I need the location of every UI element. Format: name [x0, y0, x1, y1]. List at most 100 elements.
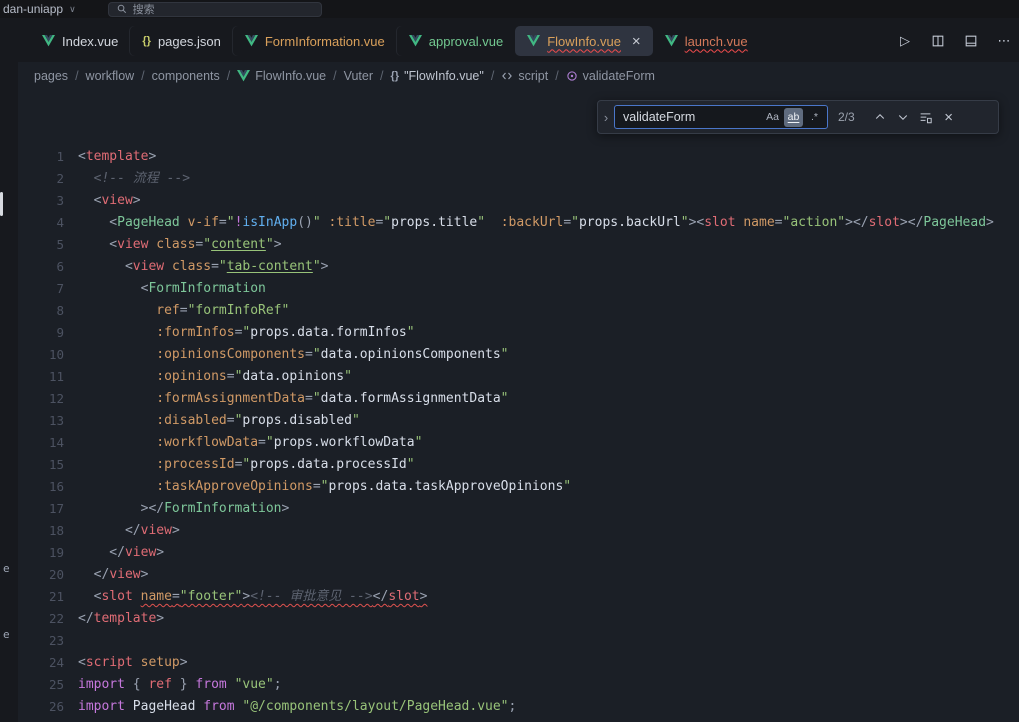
line-number: 13 — [18, 410, 78, 432]
breadcrumb-separator: / — [380, 69, 383, 83]
tab-bar: Index.vue {}pages.json FormInformation.vue… — [18, 18, 1019, 62]
line-number: 7 — [18, 278, 78, 300]
tab-label: Index.vue — [62, 34, 118, 49]
code-line[interactable]: 10 :opinionsComponents="data.opinionsCom… — [18, 344, 1019, 366]
code-line[interactable]: 14 :workflowData="props.workflowData" — [18, 432, 1019, 454]
tab-approval.vue[interactable]: approval.vue — [397, 26, 515, 56]
line-number: 16 — [18, 476, 78, 498]
line-number: 9 — [18, 322, 78, 344]
find-input[interactable] — [623, 110, 761, 124]
code-line[interactable]: 17 ></FormInformation> — [18, 498, 1019, 520]
breadcrumb-separator: / — [333, 69, 336, 83]
tab-label: FormInformation.vue — [265, 34, 385, 49]
active-file-indicator — [0, 192, 3, 216]
tab-Index.vue[interactable]: Index.vue — [30, 26, 130, 56]
json-file-icon: {} — [142, 35, 151, 47]
line-number: 10 — [18, 344, 78, 366]
code-line[interactable]: 12 :formAssignmentData="data.formAssignm… — [18, 388, 1019, 410]
split-editor-button[interactable] — [929, 32, 947, 50]
code-line[interactable]: 8 ref="formInfoRef" — [18, 300, 1019, 322]
code-line[interactable]: 5 <view class="content"> — [18, 234, 1019, 256]
vue-file-icon — [665, 35, 678, 47]
code-line[interactable]: 6 <view class="tab-content"> — [18, 256, 1019, 278]
line-number: 22 — [18, 608, 78, 630]
chevron-down-icon[interactable]: ∨ — [69, 4, 76, 15]
code-line[interactable]: 20 </view> — [18, 564, 1019, 586]
breadcrumb-item[interactable]: validateForm — [566, 69, 655, 83]
close-find-button[interactable]: × — [939, 107, 959, 127]
vue-file-icon — [42, 35, 55, 47]
project-name[interactable]: dan-uniapp — [3, 2, 63, 16]
breadcrumb-separator: / — [555, 69, 558, 83]
code-editor[interactable]: › Aa ab .* 2/3 — [18, 90, 1019, 722]
code-line[interactable]: 19 </view> — [18, 542, 1019, 564]
line-number: 19 — [18, 542, 78, 564]
find-widget: › Aa ab .* 2/3 — [597, 100, 999, 134]
search-placeholder: 搜索 — [133, 1, 155, 17]
vue-file-icon — [409, 35, 422, 47]
next-match-button[interactable] — [893, 107, 913, 127]
line-number: 20 — [18, 564, 78, 586]
regex-toggle[interactable]: .* — [805, 108, 824, 127]
code-line[interactable]: 25import { ref } from "vue"; — [18, 674, 1019, 696]
code-line[interactable]: 11 :opinions="data.opinions" — [18, 366, 1019, 388]
line-number: 6 — [18, 256, 78, 278]
code-line[interactable]: 15 :processId="props.data.processId" — [18, 454, 1019, 476]
breadcrumb: pages / workflow / components / FlowInfo.vue / V… — [18, 62, 1019, 90]
code-line[interactable]: 1<template> — [18, 146, 1019, 168]
tab-label: FlowInfo.vue — [547, 34, 621, 49]
tab-FormInformation.vue[interactable]: FormInformation.vue — [233, 26, 397, 56]
code-line[interactable]: 2 <!-- 流程 --> — [18, 168, 1019, 190]
breadcrumb-separator: / — [75, 69, 78, 83]
line-number: 26 — [18, 696, 78, 718]
find-results-count: 2/3 — [838, 110, 855, 124]
code-line[interactable]: 21 <slot name="footer"><!-- 审批意见 --></sl… — [18, 586, 1019, 608]
tab-pages.json[interactable]: {}pages.json — [130, 26, 232, 56]
tab-launch.vue[interactable]: launch.vue — [653, 26, 760, 56]
match-case-toggle[interactable]: Aa — [763, 108, 782, 127]
code-line[interactable]: 16 :taskApproveOpinions="props.data.task… — [18, 476, 1019, 498]
code-line[interactable]: 23 — [18, 630, 1019, 652]
code-line[interactable]: 18 </view> — [18, 520, 1019, 542]
code-line[interactable]: 26import PageHead from "@/components/lay… — [18, 696, 1019, 718]
code-line[interactable]: 7 <FormInformation — [18, 278, 1019, 300]
breadcrumb-item[interactable]: script — [501, 69, 548, 83]
line-number: 18 — [18, 520, 78, 542]
breadcrumb-item[interactable]: FlowInfo.vue — [237, 69, 326, 83]
braces-icon: {} — [391, 70, 400, 82]
sidebar-strip[interactable]: e e — [0, 18, 18, 722]
breadcrumb-item[interactable]: {}"FlowInfo.vue" — [391, 69, 484, 83]
breadcrumb-separator: / — [227, 69, 230, 83]
customize-layout-button[interactable] — [962, 32, 980, 50]
find-in-selection-button[interactable] — [916, 107, 936, 127]
line-number: 1 — [18, 146, 78, 168]
previous-match-button[interactable] — [870, 107, 890, 127]
close-icon[interactable]: × — [632, 34, 641, 49]
sidebar-clipped-text: e — [3, 628, 10, 641]
line-number: 4 — [18, 212, 78, 234]
line-number: 15 — [18, 454, 78, 476]
more-actions-button[interactable]: ⋯ — [995, 32, 1013, 50]
vue-file-icon — [245, 35, 258, 47]
code-line[interactable]: 22</template> — [18, 608, 1019, 630]
code-line[interactable]: 13 :disabled="props.disabled" — [18, 410, 1019, 432]
whole-word-toggle[interactable]: ab — [784, 108, 803, 127]
breadcrumb-item[interactable]: workflow — [86, 69, 135, 83]
breadcrumb-item[interactable]: components — [152, 69, 220, 83]
tab-FlowInfo.vue[interactable]: FlowInfo.vue × — [515, 26, 652, 56]
line-number: 11 — [18, 366, 78, 388]
code-line[interactable]: 4 <PageHead v-if="!isInApp()" :title="pr… — [18, 212, 1019, 234]
toggle-replace-chevron-icon[interactable]: › — [598, 110, 614, 125]
line-number: 14 — [18, 432, 78, 454]
breadcrumb-separator: / — [491, 69, 494, 83]
code-line[interactable]: 3 <view> — [18, 190, 1019, 212]
command-center-search[interactable]: 搜索 — [108, 2, 322, 17]
title-bar: dan-uniapp ∨ 搜索 — [0, 0, 1019, 18]
line-number: 25 — [18, 674, 78, 696]
code-line[interactable]: 24<script setup> — [18, 652, 1019, 674]
run-button[interactable]: ▷ — [896, 32, 914, 50]
code-line[interactable]: 9 :formInfos="props.data.formInfos" — [18, 322, 1019, 344]
breadcrumb-item[interactable]: pages — [34, 69, 68, 83]
breadcrumb-item[interactable]: Vuter — [344, 69, 373, 83]
tab-list: Index.vue {}pages.json FormInformation.vue… — [30, 26, 760, 56]
